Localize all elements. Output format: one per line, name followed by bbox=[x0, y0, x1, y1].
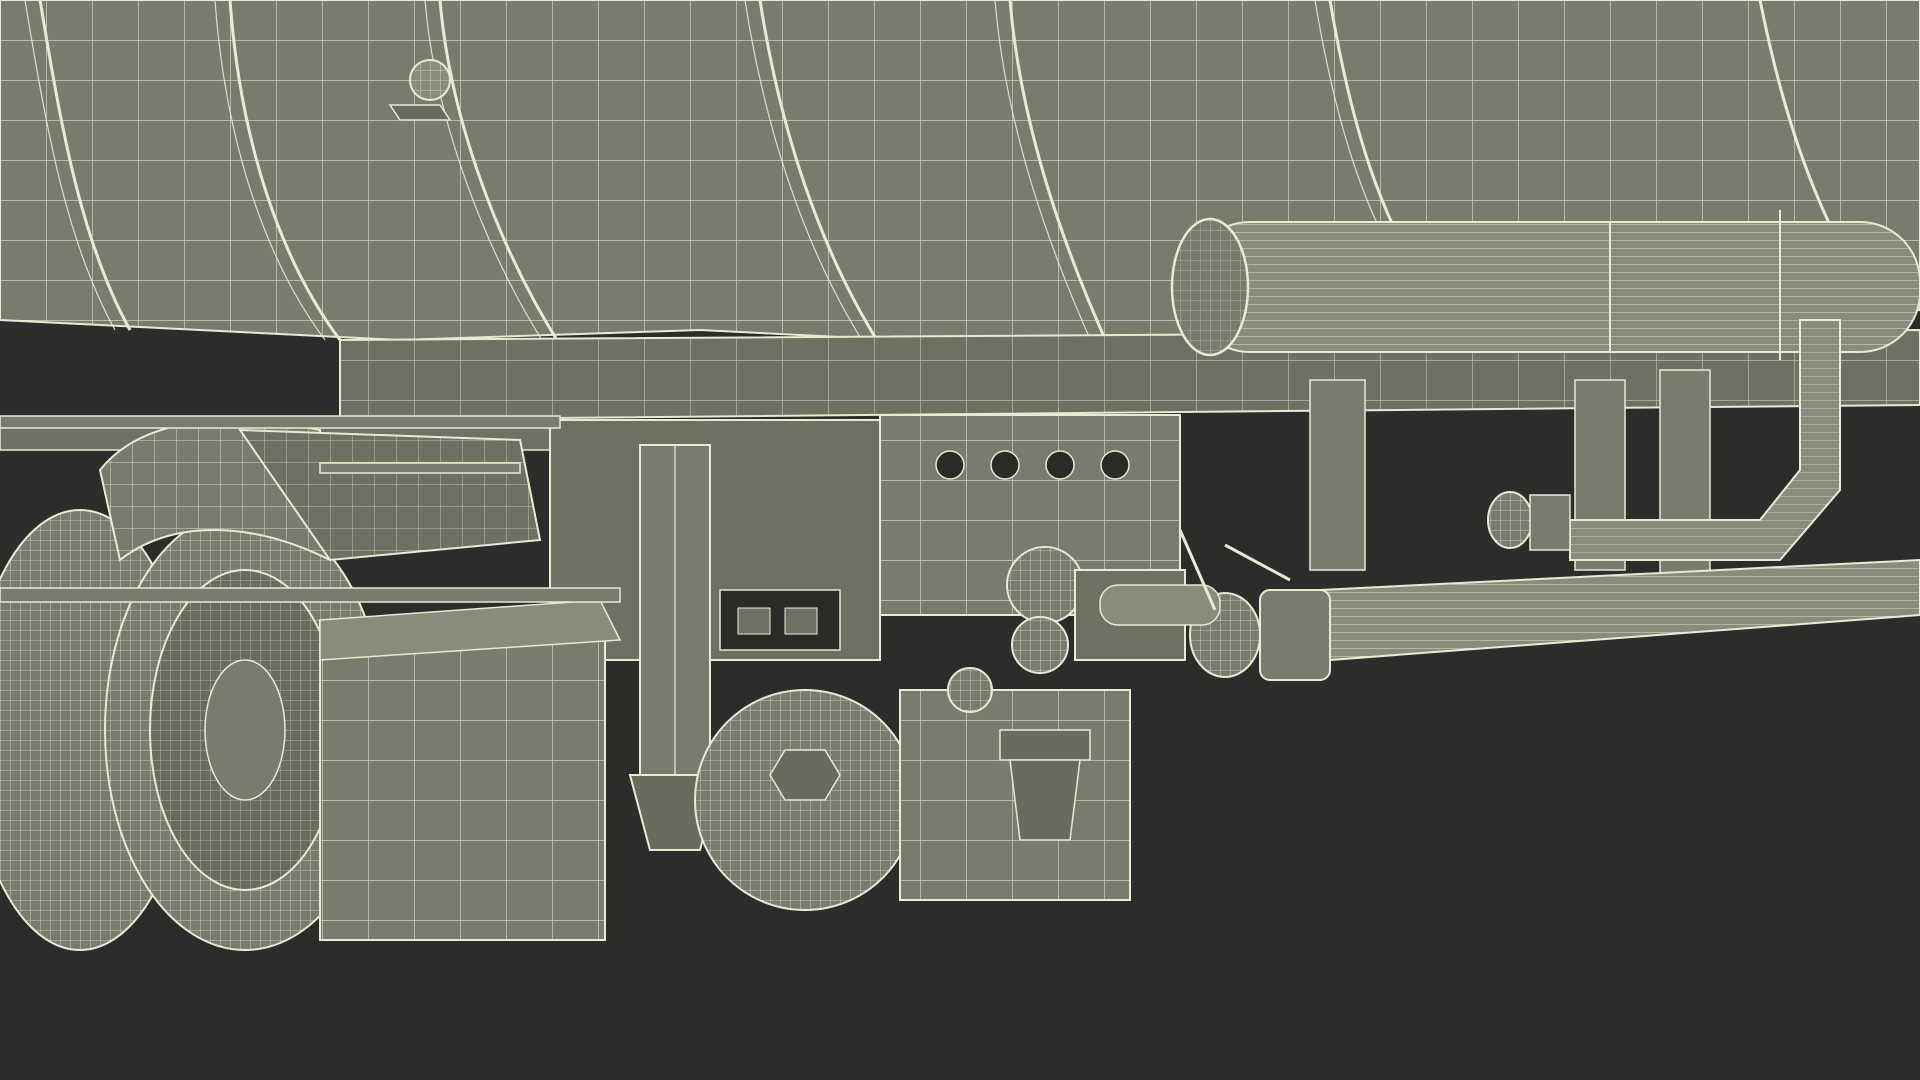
mud-flap-right bbox=[899, 689, 1131, 901]
wireframe-scene bbox=[0, 0, 1920, 951]
render-viewport bbox=[0, 0, 1920, 1080]
mud-flap-left bbox=[319, 599, 622, 941]
center-tire bbox=[694, 689, 916, 911]
